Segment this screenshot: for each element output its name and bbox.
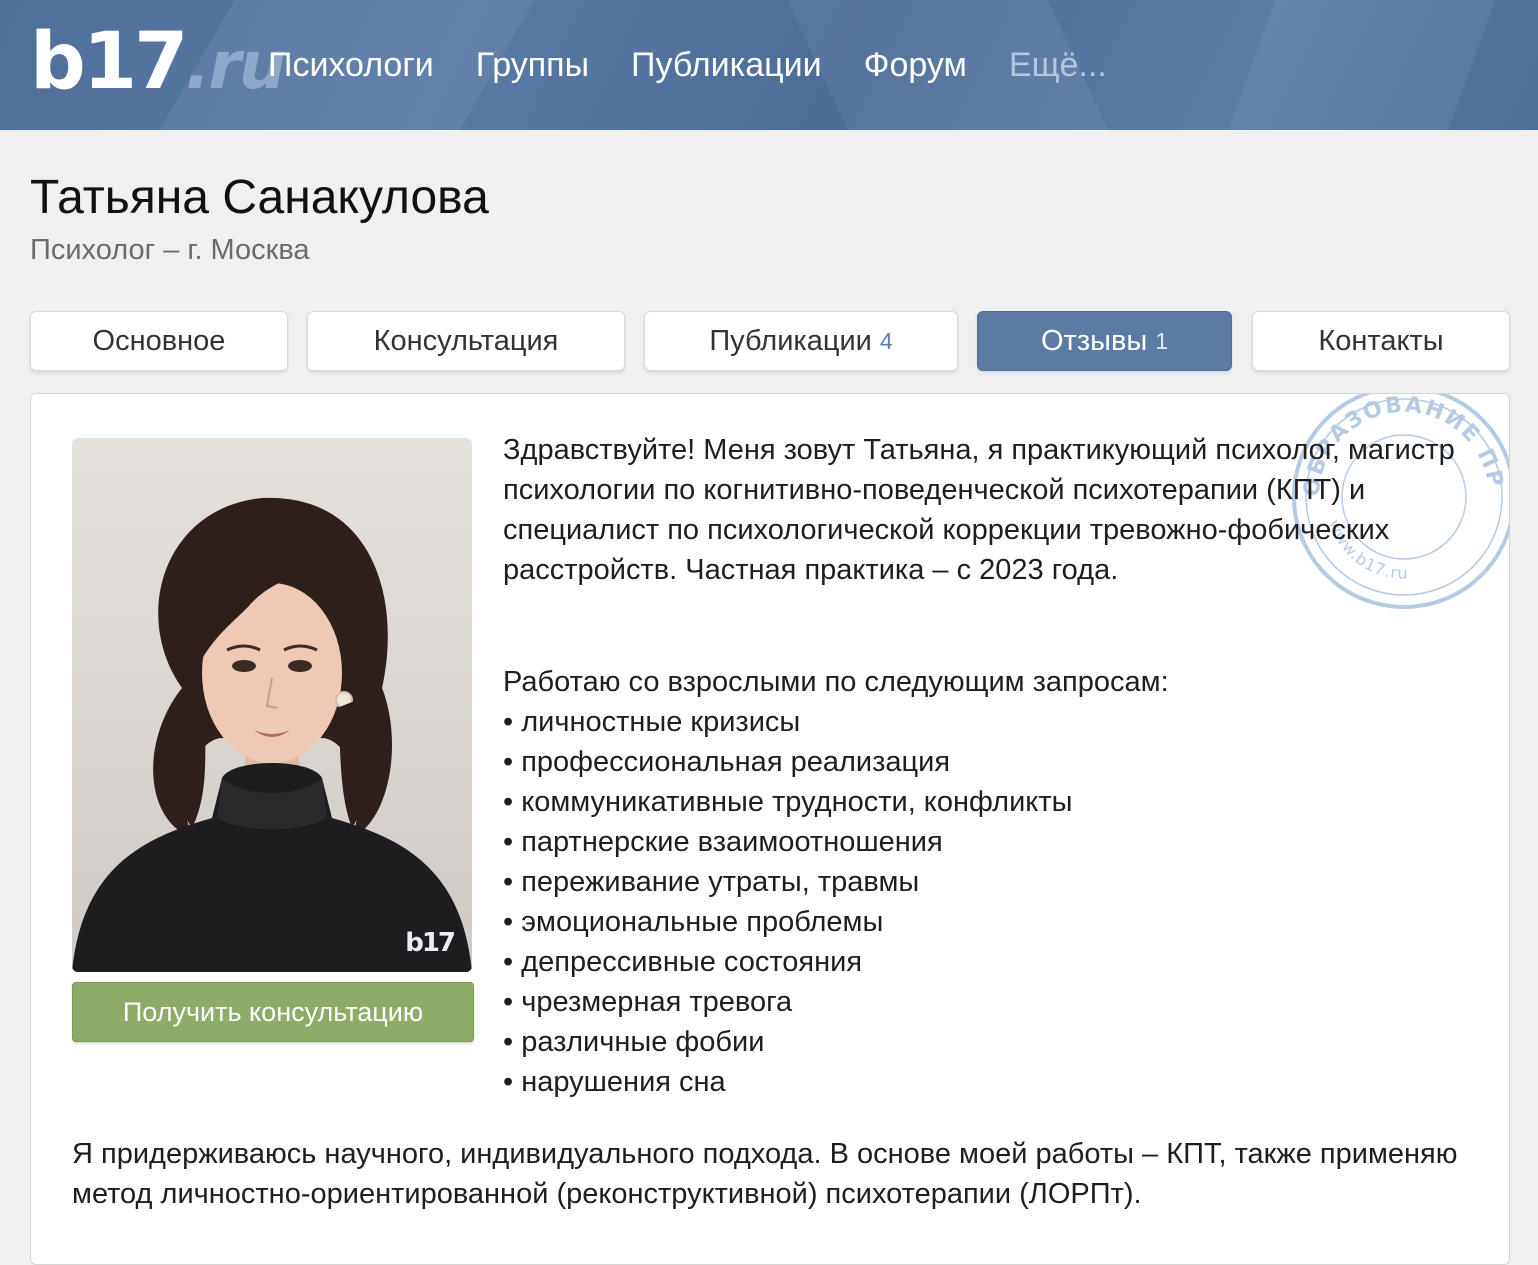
list-item: профессиональная реализация [503,742,1072,782]
list-item: депрессивные состояния [503,942,1072,982]
page-title: Татьяна Санакулова [30,171,489,224]
logo-b17: b17 [30,17,188,107]
intro-text: Здравствуйте! Меня зовут Татьяна, я прак… [503,434,1455,586]
nav-more[interactable]: Ещё... [1009,40,1107,90]
get-consultation-button[interactable]: Получить консультацию [72,982,474,1042]
tab-label: Отзывы [1040,324,1148,357]
tab-label: Публикации [709,324,872,357]
tab-consultation[interactable]: Консультация [307,311,625,371]
requests-title: Работаю со взрослыми по следующим запрос… [503,666,1169,698]
list-item: партнерские взаимоотношения [503,822,1072,862]
list-item: переживание утраты, травмы [503,862,1072,902]
header-decoration [1213,0,1507,130]
tab-main[interactable]: Основное [30,311,288,371]
top-navigation-bar: b17 .ru Психологи Группы Публикации Форум… [0,0,1538,130]
list-item: личностные кризисы [503,702,1072,742]
profile-content-panel: ОБРАЗОВАНИЕ ПРОВЕРЕНО www.b17.ru [30,393,1510,1265]
tab-contacts[interactable]: Контакты [1252,311,1510,371]
list-item: эмоциональные проблемы [503,902,1072,942]
closing-text: Я придерживаюсь научного, индивидуальног… [72,1138,1458,1210]
profile-subtitle: Психолог – г. Москва [30,234,310,266]
list-item: различные фобии [503,1022,1072,1062]
main-nav: Психологи Группы Публикации Форум Ещё... [268,40,1149,90]
tab-label: Контакты [1318,324,1444,357]
requests-list: личностные кризисы профессиональная реал… [503,702,1072,1102]
list-item: нарушения сна [503,1062,1072,1102]
tab-reviews[interactable]: Отзывы 1 [977,311,1232,371]
list-item: коммуникативные трудности, конфликты [503,782,1072,822]
list-item: чрезмерная тревога [503,982,1072,1022]
nav-publications[interactable]: Публикации [631,40,822,90]
profile-photo[interactable]: b17 [72,438,472,972]
nav-groups[interactable]: Группы [476,40,589,90]
site-logo[interactable]: b17 .ru [30,17,286,107]
tab-count: 1 [1155,327,1169,354]
nav-forum[interactable]: Форум [864,40,967,90]
photo-watermark: b17 [405,928,456,958]
tab-label: Основное [92,324,226,357]
nav-psychologists[interactable]: Психологи [268,40,434,90]
tab-label: Консультация [373,324,559,357]
profile-tabs: Основное Консультация Публикации 4 Отзывы… [0,311,1538,371]
tab-count: 4 [879,327,893,354]
tab-publications[interactable]: Публикации 4 [644,311,958,371]
portrait-illustration [72,497,472,972]
